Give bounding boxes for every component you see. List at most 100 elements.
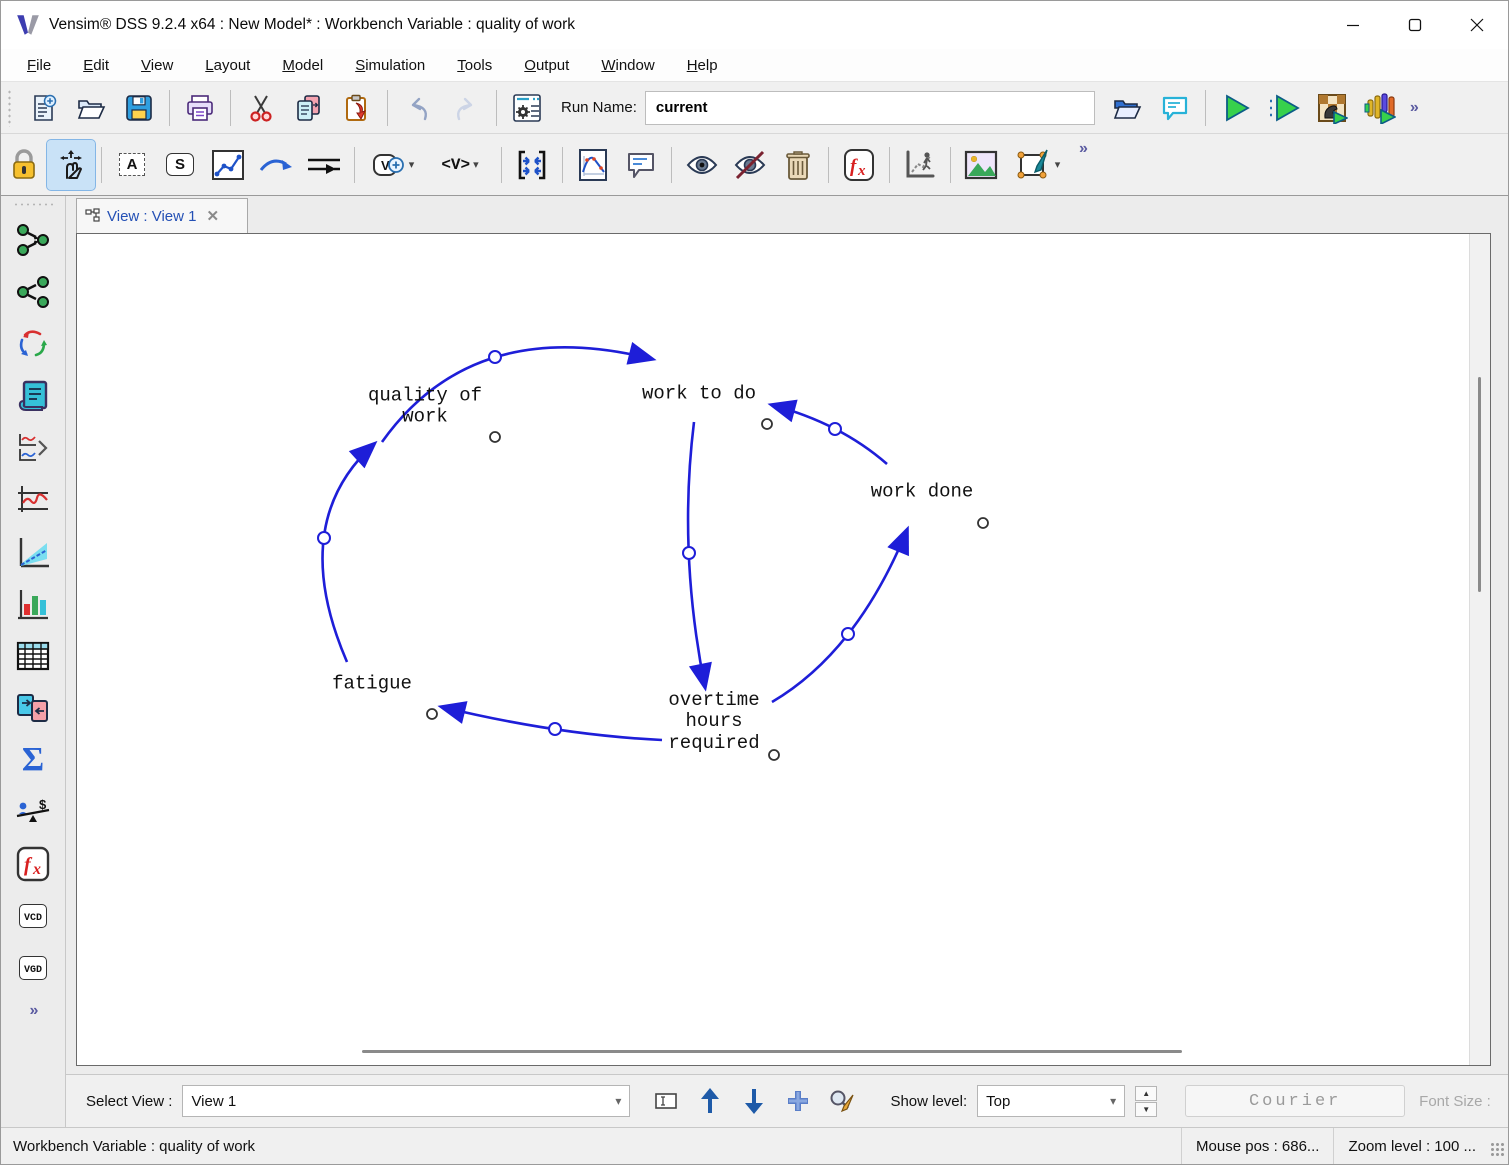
paste-button[interactable] — [333, 86, 381, 130]
lock-tool-button[interactable] — [1, 141, 47, 189]
cut-button[interactable] — [237, 86, 285, 130]
font-button[interactable]: Courier — [1185, 1085, 1405, 1117]
sidebar-overflow-chevron[interactable]: » — [30, 1002, 37, 1020]
new-model-button[interactable] — [19, 86, 67, 130]
window-resize-grip[interactable] — [1490, 1142, 1504, 1156]
arc-handle[interactable] — [489, 351, 501, 363]
copy-button[interactable] — [285, 86, 333, 130]
bar-graph-button[interactable] — [10, 581, 56, 627]
variable-quality-of-work[interactable]: quality of work — [368, 386, 482, 429]
sketch-toolbar-overflow-chevron[interactable]: » — [1079, 140, 1086, 158]
sensitivity-graph-button[interactable] — [10, 529, 56, 575]
box-variable-tool-button[interactable]: S — [156, 143, 204, 187]
variable-handle[interactable] — [769, 750, 779, 760]
sketch-comment-button[interactable] — [1151, 86, 1199, 130]
move-size-tool-button[interactable] — [47, 140, 95, 190]
flow-tool-button[interactable] — [300, 143, 348, 187]
merge-tool-button[interactable] — [508, 143, 556, 187]
sidebar-grip[interactable] — [13, 202, 53, 208]
menu-edit[interactable]: Edit — [67, 53, 125, 78]
reality-check-button[interactable] — [896, 143, 944, 187]
arc-handle[interactable] — [829, 423, 841, 435]
vcd-button[interactable]: VCD — [10, 893, 56, 939]
variable-tool-button[interactable]: A — [108, 143, 156, 187]
arrow-tool-button[interactable] — [252, 143, 300, 187]
arc-handle[interactable] — [683, 547, 695, 559]
vertical-scrollbar-track[interactable] — [1469, 234, 1490, 1065]
menu-file[interactable]: File — [11, 53, 67, 78]
comment-tool-button[interactable] — [617, 143, 665, 187]
sensitivity-button[interactable] — [1356, 86, 1404, 130]
undo-button[interactable] — [394, 86, 442, 130]
rate-tool-button[interactable] — [204, 143, 252, 187]
print-button[interactable] — [176, 86, 224, 130]
vgd-button[interactable]: VGD — [10, 945, 56, 991]
causes-tree-button[interactable] — [10, 217, 56, 263]
maximize-button[interactable] — [1384, 1, 1446, 49]
open-model-button[interactable] — [67, 86, 115, 130]
add-variable-dropdown-button[interactable]: V ▾ — [361, 143, 425, 187]
shadow-variable-dropdown-button[interactable]: <V> ▾ — [425, 143, 495, 187]
menu-model[interactable]: Model — [266, 53, 339, 78]
loops-button[interactable] — [10, 321, 56, 367]
variable-handle[interactable] — [978, 518, 988, 528]
move-view-down-button[interactable] — [732, 1081, 776, 1121]
payoff-button[interactable]: $ — [10, 789, 56, 835]
arc-handle[interactable] — [549, 723, 561, 735]
variable-fatigue[interactable]: fatigue — [332, 673, 412, 694]
edit-view-button[interactable] — [820, 1081, 864, 1121]
toolbar-overflow-chevron[interactable]: » — [1410, 99, 1417, 117]
menu-window[interactable]: Window — [585, 53, 670, 78]
run-name-input[interactable] — [645, 91, 1095, 125]
graph-button[interactable] — [10, 477, 56, 523]
link-workdone-to-worktodo[interactable] — [772, 405, 887, 464]
menu-simulation[interactable]: Simulation — [339, 53, 441, 78]
delete-tool-button[interactable] — [774, 143, 822, 187]
unhide-tool-button[interactable] — [678, 143, 726, 187]
move-view-up-button[interactable] — [688, 1081, 732, 1121]
menu-tools[interactable]: Tools — [441, 53, 508, 78]
variable-handle[interactable] — [762, 419, 772, 429]
equations-tool-button[interactable]: f x — [835, 143, 883, 187]
variable-work-done[interactable]: work done — [871, 481, 974, 502]
spinner-up-button[interactable]: ▲ — [1135, 1086, 1157, 1101]
sketch-editor-dropdown-button[interactable]: ▾ — [1005, 143, 1071, 187]
view-tab[interactable]: View : View 1 ✕ — [76, 198, 248, 233]
variable-handle[interactable] — [490, 432, 500, 442]
synthesim-button[interactable] — [1260, 86, 1308, 130]
menu-help[interactable]: Help — [671, 53, 734, 78]
horizontal-scrollbar[interactable] — [362, 1050, 1182, 1053]
menu-output[interactable]: Output — [508, 53, 585, 78]
statistics-button[interactable]: Σ — [10, 737, 56, 783]
arc-handle[interactable] — [842, 628, 854, 640]
close-button[interactable] — [1446, 1, 1508, 49]
hide-tool-button[interactable] — [726, 143, 774, 187]
save-model-button[interactable] — [115, 86, 163, 130]
lookup-tool-button[interactable] — [569, 143, 617, 187]
redo-button[interactable] — [442, 86, 490, 130]
variable-handle[interactable] — [427, 709, 437, 719]
load-run-button[interactable] — [1103, 86, 1151, 130]
table-button[interactable] — [10, 633, 56, 679]
spinner-down-button[interactable]: ▼ — [1135, 1102, 1157, 1117]
rename-view-button[interactable] — [644, 1081, 688, 1121]
link-overtime-to-workdone[interactable] — [772, 530, 907, 702]
uses-tree-button[interactable] — [10, 269, 56, 315]
equations-sidebar-button[interactable]: f x — [10, 841, 56, 887]
game-button[interactable] — [1308, 86, 1356, 130]
sketch-canvas[interactable]: quality of work work to do work done fat… — [76, 233, 1491, 1066]
document-button[interactable] — [10, 373, 56, 419]
toolbar-grip[interactable] — [7, 89, 13, 127]
simulation-setup-button[interactable] — [503, 86, 551, 130]
add-view-button[interactable] — [776, 1081, 820, 1121]
runs-compare-button[interactable] — [10, 685, 56, 731]
show-level-dropdown[interactable]: Top ▾ — [977, 1085, 1125, 1117]
link-fatigue-to-quality[interactable] — [323, 444, 374, 662]
minimize-button[interactable] — [1322, 1, 1384, 49]
variable-work-to-do[interactable]: work to do — [642, 383, 756, 404]
tab-close-icon[interactable]: ✕ — [207, 207, 220, 225]
arc-handle[interactable] — [318, 532, 330, 544]
causes-strip-button[interactable] — [10, 425, 56, 471]
select-view-dropdown[interactable]: View 1 ▾ — [182, 1085, 630, 1117]
menu-view[interactable]: View — [125, 53, 189, 78]
